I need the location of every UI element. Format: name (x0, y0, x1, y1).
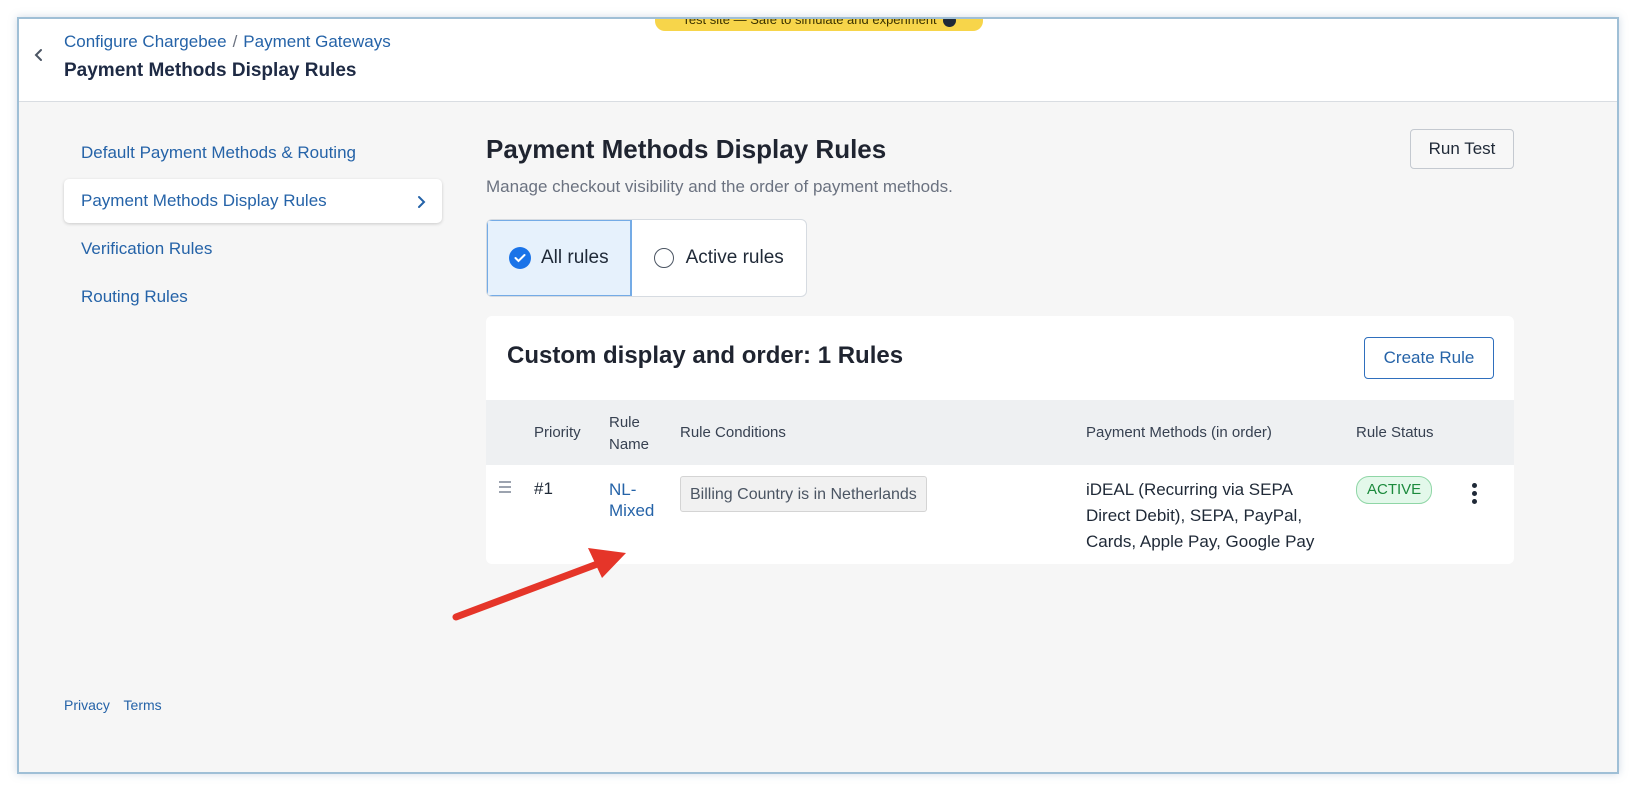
rule-filter-group: All rules Active rules (486, 219, 807, 297)
terms-link[interactable]: Terms (124, 697, 162, 713)
app-window: Test site — Safe to simulate and experim… (17, 17, 1619, 774)
payment-methods-text: Direct Debit), SEPA, PayPal, (1086, 506, 1303, 525)
column-header-priority: Priority (534, 424, 581, 441)
info-icon (942, 19, 956, 27)
column-header-status: Rule Status (1356, 424, 1434, 441)
rules-card-title: Custom display and order: 1 Rules (507, 342, 904, 369)
drag-handle-icon[interactable] (499, 481, 511, 496)
rule-name-link[interactable]: NL- Mixed (609, 479, 654, 521)
chevron-right-icon (416, 179, 426, 223)
column-header-conditions: Rule Conditions (680, 424, 786, 441)
sidebar-nav: Default Payment Methods & Routing Paymen… (64, 131, 442, 323)
run-test-button[interactable]: Run Test (1410, 129, 1514, 169)
breadcrumb-separator: / (232, 32, 238, 51)
create-rule-button[interactable]: Create Rule (1364, 337, 1494, 379)
payment-methods-text: Cards, Apple Pay, Google Pay (1086, 532, 1315, 551)
sidebar-item-label: Payment Methods Display Rules (81, 191, 327, 210)
rule-condition-chip: Billing Country is in Netherlands (680, 476, 927, 512)
table-header: Priority Rule Name Rule Conditions Payme… (486, 400, 1514, 465)
filter-active-rules[interactable]: Active rules (632, 220, 806, 296)
filter-all-rules[interactable]: All rules (487, 220, 632, 296)
sidebar-item-verification-rules[interactable]: Verification Rules (64, 227, 442, 271)
radio-unchecked-icon (653, 248, 674, 268)
sidebar-item-label: Default Payment Methods & Routing (81, 143, 356, 162)
breadcrumb: Configure Chargebee / Payment Gateways (64, 32, 391, 52)
test-site-banner: Test site — Safe to simulate and experim… (655, 17, 983, 31)
table-row: #1 NL- Mixed Billing Country is in Nethe… (486, 465, 1514, 564)
rule-name-text: Mixed (609, 501, 655, 520)
status-badge: ACTIVE (1356, 476, 1433, 504)
back-button[interactable] (27, 43, 51, 67)
column-header-rule-name: Rule Name (609, 412, 649, 456)
more-options-icon[interactable] (1472, 483, 1480, 507)
footer-links: Privacy Terms (64, 697, 172, 713)
privacy-link[interactable]: Privacy (64, 697, 110, 713)
sidebar-item-label: Routing Rules (81, 287, 188, 306)
breadcrumb-configure-chargebee[interactable]: Configure Chargebee (64, 32, 227, 51)
column-header-methods: Payment Methods (in order) (1086, 424, 1272, 441)
column-header-text: Rule (609, 414, 640, 431)
filter-label: All rules (541, 247, 609, 268)
rule-priority: #1 (534, 479, 553, 498)
header-title: Payment Methods Display Rules (64, 60, 357, 81)
page-description: Manage checkout visibility and the order… (486, 177, 953, 196)
test-site-banner-text: Test site — Safe to simulate and experim… (682, 17, 937, 27)
column-header-text: Name (609, 436, 650, 453)
filter-label: Active rules (685, 247, 784, 268)
payment-methods-text: iDEAL (Recurring via SEPA (1086, 480, 1293, 499)
top-bar: Test site — Safe to simulate and experim… (19, 19, 1617, 102)
rule-payment-methods: iDEAL (Recurring via SEPA Direct Debit),… (1086, 477, 1336, 555)
chevron-left-icon (34, 49, 42, 61)
rule-name-text: NL- (609, 480, 637, 499)
sidebar-item-default-payment-methods[interactable]: Default Payment Methods & Routing (64, 131, 442, 175)
breadcrumb-payment-gateways[interactable]: Payment Gateways (243, 32, 390, 51)
sidebar-item-routing-rules[interactable]: Routing Rules (64, 275, 442, 319)
page-title: Payment Methods Display Rules (486, 134, 887, 164)
radio-checked-icon (509, 247, 531, 269)
sidebar-item-label: Verification Rules (81, 239, 213, 258)
rules-card: Custom display and order: 1 Rules Create… (486, 316, 1514, 564)
sidebar-item-display-rules[interactable]: Payment Methods Display Rules (64, 179, 442, 223)
